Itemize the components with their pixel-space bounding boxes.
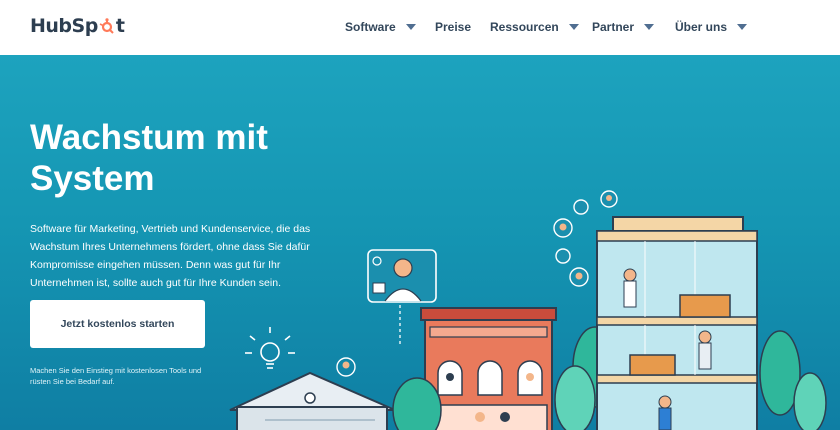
logo-text-left: HubSp xyxy=(30,15,98,37)
nav-item-label: Software xyxy=(345,20,396,34)
nav-item-software[interactable]: Software xyxy=(345,20,416,34)
nav-item-label: Partner xyxy=(592,20,635,34)
get-started-free-button[interactable]: Jetzt kostenlos starten xyxy=(30,300,205,348)
chevron-down-icon xyxy=(405,24,416,30)
hero-smallprint: Machen Sie den Einstieg mit kostenlosen … xyxy=(30,366,202,386)
nav-item-ressourcen[interactable]: Ressourcen xyxy=(490,20,579,34)
nav-item-ueber-uns[interactable]: Über uns xyxy=(675,20,748,34)
hubspot-logo[interactable]: HubSp t xyxy=(30,15,125,37)
nav-item-label: Über uns xyxy=(675,20,728,34)
city-buildings-illustration xyxy=(229,190,827,430)
nav-item-partner[interactable]: Partner xyxy=(592,20,655,34)
chevron-down-icon xyxy=(644,24,655,30)
chevron-down-icon xyxy=(737,24,748,30)
glass-tower-illustration xyxy=(596,216,758,430)
logo-text-right: t xyxy=(115,15,125,37)
lightbulb-icon xyxy=(245,327,295,369)
hero-section: Wachstum mit System Software für Marketi… xyxy=(0,55,840,430)
chevron-down-icon xyxy=(568,24,579,30)
person-avatar-icon xyxy=(336,357,356,377)
nav-item-label: Ressourcen xyxy=(490,20,559,34)
top-navigation-bar: HubSp t Software Preise Ressourcen Partn… xyxy=(0,0,840,55)
nav-item-preise[interactable]: Preise xyxy=(435,20,471,34)
video-call-card-icon xyxy=(367,249,437,303)
house-illustration xyxy=(229,371,396,430)
sprocket-icon xyxy=(99,17,115,34)
headline-line-2: System xyxy=(30,159,155,198)
nav-item-label: Preise xyxy=(435,20,472,34)
